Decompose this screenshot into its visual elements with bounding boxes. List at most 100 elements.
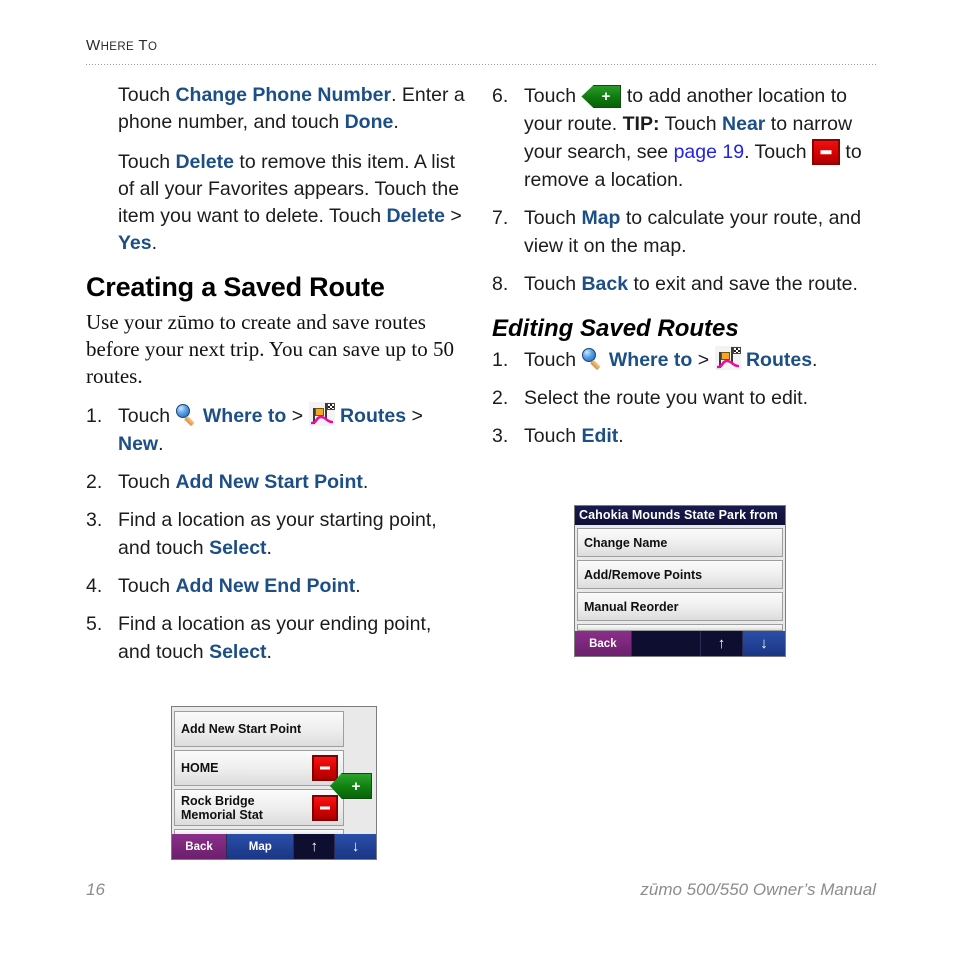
device-right-list: Change Name Add/Remove Points Manual Reo…	[575, 528, 785, 634]
search-icon	[175, 404, 197, 426]
running-head-o: O	[148, 41, 158, 53]
running-head-t: T	[138, 37, 148, 54]
ui-label: New	[118, 433, 159, 455]
body-text: .	[393, 111, 399, 133]
ui-label: Map	[581, 207, 621, 229]
body-text: Touch	[659, 113, 723, 135]
add-location-button[interactable]: +	[581, 85, 622, 108]
numbered-step: 1. Touch Where to > Routes.	[492, 346, 872, 374]
header-divider	[86, 64, 876, 65]
steps-creating-saved-route: 1. Touch Where to > Routes > New. 2. Touch …	[86, 402, 466, 666]
running-head-here: HERE	[100, 41, 135, 53]
routes-icon	[308, 402, 335, 426]
footer-manual-title: zūmo 500/550 Owner’s Manual	[640, 880, 876, 899]
ui-label: Edit	[581, 425, 619, 447]
device-row-label: HOME	[181, 761, 219, 775]
body-text: .	[266, 537, 272, 559]
routes-icon-finish-flag	[732, 347, 741, 354]
device-scroll-down-button[interactable]: ↓	[335, 834, 376, 859]
device-row-rock-bridge[interactable]: Rock Bridge Memorial Stat	[174, 789, 344, 826]
device-left-toolbar: Back Map ↑ ↓	[172, 834, 376, 859]
device-screenshot-add-points: Add New Start Point HOME Rock Bridge Memo…	[171, 706, 377, 860]
device-row-label: Rock Bridge Memorial Stat	[181, 794, 263, 822]
ui-label: Back	[581, 273, 629, 295]
running-head-text: WHERE TO	[86, 38, 876, 54]
steps-editing-saved-routes: 1. Touch Where to > Routes. 2. Select the r…	[492, 346, 872, 450]
step-text: Touch Add New Start Point.	[118, 471, 368, 493]
device-row-label: Add/Remove Points	[584, 567, 703, 582]
body-text: .	[266, 641, 272, 663]
device-row-label: Manual Reorder	[584, 599, 679, 614]
device-left-list: Add New Start Point HOME Rock Bridge Memo…	[172, 711, 376, 837]
ui-label: Routes	[745, 349, 813, 371]
step-number: 8.	[492, 273, 509, 295]
device-scroll-up-button[interactable]: ↑	[294, 834, 336, 859]
device-screenshot-edit-route: Cahokia Mounds State Park from Change Na…	[574, 505, 786, 657]
numbered-step: 6. Touch + to add another location to you…	[492, 82, 872, 194]
numbered-step: 7. Touch Map to calculate your route, and…	[492, 204, 872, 260]
remove-location-button[interactable]	[812, 139, 841, 165]
device-back-button[interactable]: Back	[172, 834, 228, 859]
numbered-step: 2. Touch Add New Start Point.	[86, 468, 466, 496]
left-column: Touch Change Phone Number. Enter a phone…	[86, 82, 466, 676]
step-number: 3.	[492, 425, 509, 447]
body-text: >	[692, 349, 715, 371]
step-text: Touch Where to > Routes.	[524, 346, 818, 371]
step-number: 2.	[492, 387, 509, 409]
add-location-button[interactable]: +	[330, 773, 372, 799]
body-text: Touch	[118, 84, 176, 106]
device-row-home[interactable]: HOME	[174, 750, 344, 786]
step-text: Touch Map to calculate your route, and v…	[524, 207, 861, 257]
body-text: Touch	[524, 207, 582, 229]
tip-label: TIP:	[622, 113, 660, 135]
left-intro-paragraphs: Touch Change Phone Number. Enter a phone…	[118, 82, 466, 257]
device-row-change-name[interactable]: Change Name	[577, 528, 783, 557]
device-row-manual-reorder[interactable]: Manual Reorder	[577, 592, 783, 621]
page-cross-reference[interactable]: page 19	[674, 141, 745, 163]
numbered-step: 2. Select the route you want to edit.	[492, 384, 872, 412]
ui-label: Routes	[339, 405, 407, 427]
device-row-add-remove-points[interactable]: Add/Remove Points	[577, 560, 783, 589]
device-scroll-up-button[interactable]: ↑	[700, 631, 743, 656]
step-number: 2.	[86, 471, 103, 493]
numbered-step: 3. Find a location as your starting point…	[86, 506, 466, 562]
body-text: .	[618, 425, 624, 447]
body-text: . Touch	[744, 141, 813, 163]
step-number: 3.	[86, 509, 103, 531]
footer-page-number: 16	[86, 880, 105, 899]
device-scroll-down-button[interactable]: ↓	[742, 631, 785, 656]
routes-icon	[714, 346, 741, 370]
device-row-label: Change Name	[584, 535, 668, 550]
body-text: Touch	[118, 471, 176, 493]
ui-label: Done	[344, 111, 394, 133]
device-back-button[interactable]: Back	[575, 631, 632, 656]
device-row-add-new-start-point[interactable]: Add New Start Point	[174, 711, 344, 747]
paragraph-delete-favorite: Touch Delete to remove this item. A list…	[118, 149, 466, 257]
body-text: Touch	[118, 575, 176, 597]
paragraph-intro-saved-routes: Use your zūmo to create and save routes …	[86, 310, 455, 388]
routes-icon-finish-flag	[326, 403, 335, 410]
body-text: >	[406, 405, 423, 427]
ui-label: Select	[209, 641, 267, 663]
ui-label: Select	[209, 537, 267, 559]
plus-icon: +	[351, 777, 361, 795]
device-map-button[interactable]: Map	[227, 834, 295, 859]
search-icon	[581, 348, 603, 370]
numbered-step: 4. Touch Add New End Point.	[86, 572, 466, 600]
body-text: Touch	[524, 273, 582, 295]
paragraph-change-phone-number: Touch Change Phone Number. Enter a phone…	[118, 82, 466, 136]
page-title-creating-a-saved-route: Creating a Saved Route	[86, 272, 385, 302]
body-text: Touch	[524, 85, 582, 107]
manual-page: WHERE TO Touch Change Phone Number. Ente…	[0, 0, 954, 954]
step-text: Touch Edit.	[524, 425, 624, 447]
running-head: WHERE TO	[86, 38, 876, 54]
numbered-step: 1. Touch Where to > Routes > New.	[86, 402, 466, 458]
body-text: Touch	[118, 151, 176, 173]
step-number: 1.	[492, 349, 509, 371]
body-text: .	[812, 349, 818, 371]
step-number: 1.	[86, 405, 103, 427]
device-right-title: Cahokia Mounds State Park from	[575, 506, 785, 525]
body-text: >	[445, 205, 462, 227]
body-text: Touch	[118, 405, 176, 427]
device-row-partial[interactable]	[577, 624, 783, 631]
